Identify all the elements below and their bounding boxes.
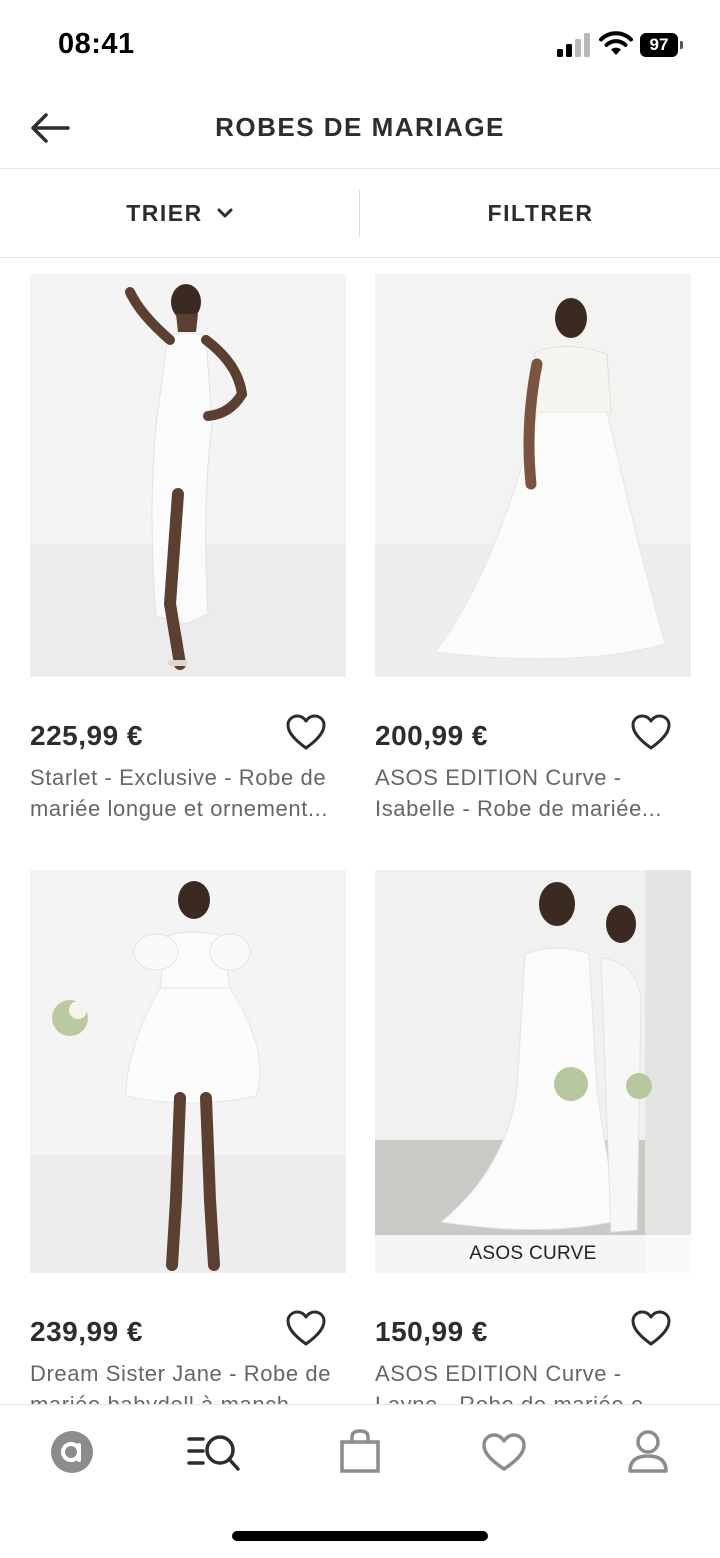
home-indicator[interactable]	[232, 1531, 488, 1541]
product-name: ASOS EDITION Curve - Isabelle - Robe de …	[375, 762, 695, 824]
sort-button[interactable]: TRIER	[0, 169, 359, 257]
battery-level: 97	[640, 33, 678, 57]
page-header: ROBES DE MARIAGE	[0, 92, 720, 169]
product-name-line: ASOS EDITION Curve -	[375, 1361, 622, 1386]
chevron-down-icon	[217, 208, 233, 218]
status-bar: 08:41 97	[0, 0, 720, 92]
shopping-bag-icon[interactable]	[333, 1427, 387, 1477]
product-name-line: Dream Sister Jane - Robe de	[30, 1361, 332, 1386]
product-image[interactable]	[375, 274, 691, 677]
toolbar-divider	[359, 189, 360, 237]
cellular-signal-icon	[557, 33, 590, 57]
product-name-line: mariée babydoll à manch...	[30, 1389, 350, 1404]
product-image[interactable]: ASOS CURVE	[375, 870, 691, 1273]
asos-home-icon[interactable]	[45, 1427, 99, 1477]
status-time: 08:41	[58, 28, 135, 60]
save-heart-icon[interactable]	[631, 1310, 671, 1348]
product-name: Starlet - Exclusive - Robe de mariée lon…	[30, 762, 350, 824]
product-card[interactable]: 200,99 € ASOS EDITION Curve - Isabelle -…	[375, 274, 691, 874]
product-image[interactable]	[30, 870, 346, 1273]
product-price: 239,99 €	[30, 1316, 143, 1347]
product-price: 150,99 €	[375, 1316, 488, 1347]
product-card[interactable]: 239,99 € Dream Sister Jane - Robe de mar…	[30, 870, 346, 1404]
saved-items-heart-icon[interactable]	[477, 1427, 531, 1477]
product-name-line: ASOS EDITION Curve -	[375, 765, 622, 790]
product-card[interactable]: 225,99 € Starlet - Exclusive - Robe de m…	[30, 274, 346, 874]
save-heart-icon[interactable]	[286, 714, 326, 752]
battery-tip	[680, 41, 683, 49]
page-title: ROBES DE MARIAGE	[215, 112, 505, 142]
product-grid: 225,99 € Starlet - Exclusive - Robe de m…	[0, 258, 720, 1404]
battery-indicator: 97	[640, 33, 684, 57]
wifi-icon	[599, 31, 633, 55]
filter-button[interactable]: FILTRER	[361, 169, 720, 257]
product-name-line: Layne - Robe de mariée e...	[375, 1389, 695, 1404]
product-name: ASOS EDITION Curve - Layne - Robe de mar…	[375, 1358, 695, 1404]
product-name-line: mariée longue et ornement...	[30, 796, 329, 821]
product-price: 200,99 €	[375, 720, 488, 751]
filter-label: FILTRER	[487, 199, 594, 226]
sort-label: TRIER	[126, 199, 203, 226]
account-icon[interactable]	[621, 1427, 675, 1477]
search-categories-icon[interactable]	[186, 1427, 240, 1477]
save-heart-icon[interactable]	[286, 1310, 326, 1348]
product-price: 225,99 €	[30, 720, 143, 751]
collection-tag: ASOS CURVE	[375, 1235, 691, 1273]
product-image[interactable]	[30, 274, 346, 677]
save-heart-icon[interactable]	[631, 714, 671, 752]
product-card[interactable]: ASOS CURVE 150,99 € ASOS EDITION Curve -…	[375, 870, 691, 1404]
product-name-line: Isabelle - Robe de mariée...	[375, 796, 663, 821]
product-name: Dream Sister Jane - Robe de mariée babyd…	[30, 1358, 350, 1404]
product-name-line: Starlet - Exclusive - Robe de	[30, 765, 327, 790]
sort-filter-bar: TRIER FILTRER	[0, 169, 720, 258]
